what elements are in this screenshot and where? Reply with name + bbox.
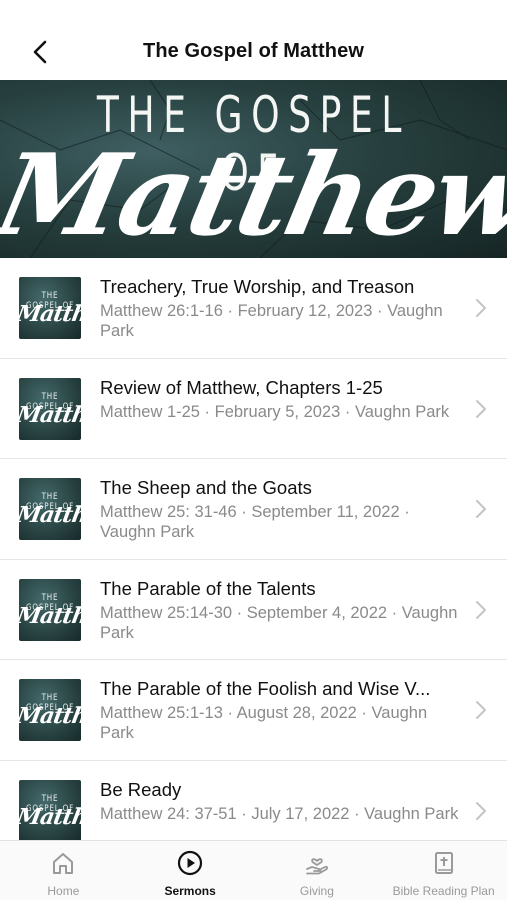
sermon-thumbnail: THE GOSPEL OF Matthew (19, 578, 81, 641)
list-item[interactable]: THE GOSPEL OF Matthew Review of Matthew,… (0, 358, 507, 459)
sermon-title: The Sheep and the Goats (100, 477, 312, 498)
tab-label: Giving (299, 884, 334, 898)
tab-label: Bible Reading Plan (392, 884, 495, 898)
sermon-meta: Matthew 1-25 · February 5, 2023 · Vaughn… (100, 402, 450, 421)
sermon-meta: Matthew 25:1-13 · August 28, 2022 · Vaug… (100, 704, 428, 742)
thumbnail-script: Matthew (19, 401, 81, 428)
banner-script-title: Matthew (0, 130, 507, 258)
chevron-right-icon (476, 801, 486, 820)
thumbnail-script: Matthew (19, 602, 81, 629)
sermon-meta: Matthew 25:14-30 · September 4, 2022 · V… (100, 603, 458, 642)
sermon-thumbnail: THE GOSPEL OF Matthew (19, 277, 81, 339)
chevron-right-icon (476, 399, 486, 418)
tab-giving[interactable]: Giving (254, 841, 381, 900)
sermon-title: Review of Matthew, Chapters 1-25 (100, 376, 383, 398)
thumbnail-script: Matthew (19, 703, 81, 729)
thumbnail-script: Matthew (19, 803, 81, 830)
nav-header: The Gospel of Matthew (0, 0, 507, 80)
list-item[interactable]: THE GOSPEL OF Matthew The Parable of the… (0, 660, 507, 761)
play-circle-icon (178, 850, 203, 876)
sermon-meta: Matthew 26:1-16 · February 12, 2023 · Va… (100, 302, 443, 340)
tab-label: Home (47, 884, 80, 898)
sermon-thumbnail: THE GOSPEL OF Matthew (19, 377, 81, 440)
sermon-title: The Parable of the Foolish and Wise V... (100, 678, 431, 699)
tab-bar: Home Sermons Giving Bible Reading Plan (0, 840, 507, 900)
list-item[interactable]: THE GOSPEL OF Matthew The Parable of the… (0, 559, 507, 660)
series-banner: THE GOSPEL OF Matthew (0, 80, 507, 258)
bible-icon (434, 852, 453, 874)
thumbnail-script: Matthew (19, 301, 81, 327)
page-title: The Gospel of Matthew (143, 40, 364, 62)
chevron-right-icon (476, 500, 486, 518)
chevron-right-icon (476, 600, 486, 619)
tab-label: Sermons (164, 884, 216, 898)
sermon-title: Be Ready (100, 778, 182, 800)
tab-bible-reading-plan[interactable]: Bible Reading Plan (380, 841, 507, 900)
home-icon (53, 853, 74, 874)
list-item[interactable]: THE GOSPEL OF Matthew The Sheep and the … (0, 459, 507, 560)
thumbnail-script: Matthew (19, 502, 81, 528)
chevron-right-icon (476, 701, 486, 719)
list-item[interactable]: THE GOSPEL OF Matthew Treachery, True Wo… (0, 258, 507, 359)
sermon-thumbnail: THE GOSPEL OF Matthew (19, 679, 81, 741)
sermon-meta: Matthew 24: 37-51 · July 17, 2022 · Vaug… (100, 804, 459, 823)
chevron-right-icon (476, 299, 486, 317)
tab-home[interactable]: Home (0, 841, 127, 900)
sermon-thumbnail: THE GOSPEL OF Matthew (19, 478, 81, 540)
sermon-title: Treachery, True Worship, and Treason (100, 276, 415, 297)
giving-hand-icon (305, 858, 328, 875)
sermon-title: The Parable of the Talents (100, 577, 316, 599)
tab-sermons[interactable]: Sermons (127, 841, 254, 900)
sermon-thumbnail: THE GOSPEL OF Matthew (19, 779, 81, 842)
sermon-list: THE GOSPEL OF Matthew Treachery, True Wo… (0, 258, 507, 861)
sermon-meta: Matthew 25: 31-46 · September 11, 2022 ·… (100, 503, 410, 541)
